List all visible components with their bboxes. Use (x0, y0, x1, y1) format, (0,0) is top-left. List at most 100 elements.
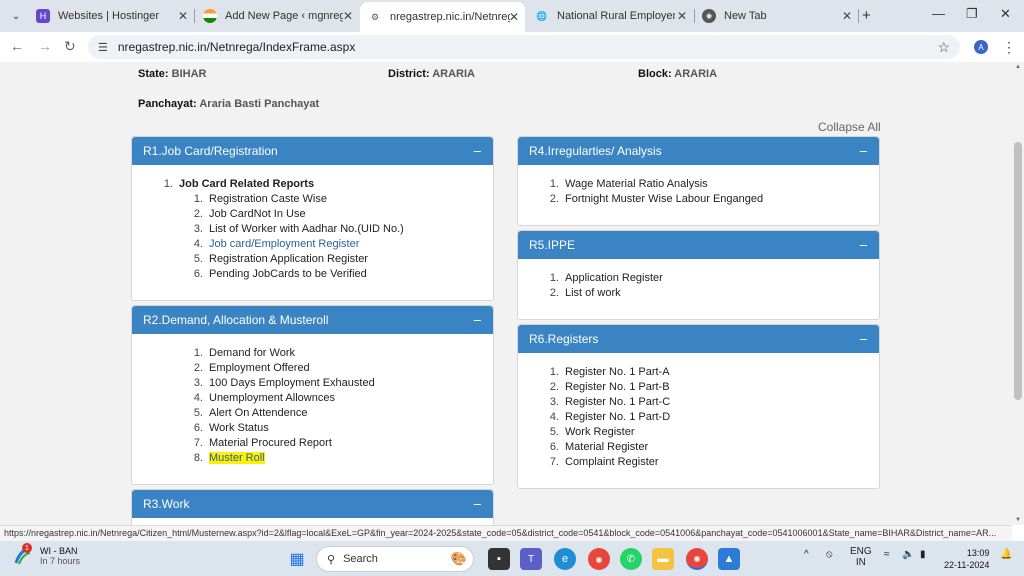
tab-add-new-page[interactable]: Add New Page ‹ mgnregajob ✕ (195, 4, 359, 28)
close-icon[interactable]: ✕ (842, 9, 852, 23)
whatsapp-icon[interactable]: ✆ (620, 548, 642, 570)
report-link[interactable]: List of work (565, 287, 621, 299)
list-item[interactable]: 1. Register No. 1 Part-A (518, 365, 879, 380)
list-item[interactable]: 1. Wage Material Ratio Analysis (518, 177, 879, 192)
list-item[interactable]: 4. Register No. 1 Part-D (518, 410, 879, 425)
photos-app-icon[interactable]: ▲ (718, 548, 740, 570)
collapse-minus-icon[interactable]: – (860, 237, 867, 252)
edge-icon[interactable]: e (554, 548, 576, 570)
network-off-icon[interactable]: ⦸ (826, 549, 833, 560)
report-link[interactable]: Register No. 1 Part-B (565, 381, 670, 393)
list-item[interactable]: 3. Register No. 1 Part-C (518, 395, 879, 410)
tab-hostinger[interactable]: H Websites | Hostinger ✕ (28, 4, 194, 28)
panel-r3-header[interactable]: R3.Work – (132, 490, 493, 518)
muster-roll-link[interactable]: Muster Roll (209, 452, 265, 464)
report-link[interactable]: Job CardNot In Use (209, 208, 306, 220)
list-item[interactable]: 5. Alert On Attendence (132, 406, 493, 421)
collapse-minus-icon[interactable]: – (474, 312, 481, 327)
panel-r6-header[interactable]: R6.Registers – (518, 325, 879, 353)
address-url[interactable]: nregastrep.nic.in/Netnrega/IndexFrame.as… (118, 40, 355, 54)
report-link[interactable]: List of Worker with Aadhar No.(UID No.) (209, 223, 404, 235)
report-link[interactable]: Register No. 1 Part-D (565, 411, 670, 423)
close-icon[interactable]: ✕ (343, 9, 353, 23)
reload-icon[interactable]: ↻ (64, 38, 76, 55)
report-link[interactable]: Pending JobCards to be Verified (209, 268, 367, 280)
report-link[interactable]: Material Procured Report (209, 437, 332, 449)
taskbar-search[interactable]: ⚲ Search 🎨 (316, 546, 474, 572)
list-item[interactable]: 3. List of Worker with Aadhar No.(UID No.… (132, 222, 493, 237)
bookmark-star-icon[interactable]: ☆ (937, 39, 950, 56)
collapse-all-link[interactable]: Collapse All (818, 120, 881, 134)
panel-r4-header[interactable]: R4.Irregularties/ Analysis – (518, 137, 879, 165)
chrome-profile-icon[interactable]: ◉ (686, 548, 708, 570)
report-link[interactable]: 100 Days Employment Exhausted (209, 377, 375, 389)
list-item[interactable]: 1. Demand for Work (132, 346, 493, 361)
volume-icon[interactable]: 🔈 (902, 549, 914, 560)
list-item[interactable]: 6. Work Status (132, 421, 493, 436)
report-link[interactable]: Registration Caste Wise (209, 193, 327, 205)
panel-r5-header[interactable]: R5.IPPE – (518, 231, 879, 259)
list-item[interactable]: 3. 100 Days Employment Exhausted (132, 376, 493, 391)
list-item[interactable]: 4. Job card/Employment Register (132, 237, 493, 252)
teams-icon[interactable]: T (520, 548, 542, 570)
tab-nregastrep[interactable]: ⚙ nregastrep.nic.in/Netnrega/I ✕ (360, 2, 525, 32)
minimize-icon[interactable]: — (932, 6, 945, 21)
wifi-icon[interactable]: ≈ (884, 549, 890, 560)
back-arrow-icon[interactable]: ← (10, 38, 24, 54)
forward-arrow-icon[interactable]: → (38, 38, 52, 54)
list-item[interactable]: 6. Material Register (518, 440, 879, 455)
report-link[interactable]: Complaint Register (565, 456, 659, 468)
report-link[interactable]: Employment Offered (209, 362, 310, 374)
panel-r1-header[interactable]: R1.Job Card/Registration – (132, 137, 493, 165)
scroll-up-icon[interactable]: ▲ (1015, 64, 1021, 70)
more-menu-icon[interactable]: ⋮ (1002, 39, 1016, 56)
list-item[interactable]: 7. Material Procured Report (132, 436, 493, 451)
close-icon[interactable]: ✕ (677, 9, 687, 23)
list-item[interactable]: 5. Registration Application Register (132, 252, 493, 267)
list-item[interactable]: 1. Registration Caste Wise (132, 192, 493, 207)
collapse-minus-icon[interactable]: – (474, 496, 481, 511)
tab-new-tab[interactable]: ◉ New Tab ✕ (694, 4, 858, 28)
report-link[interactable]: Registration Application Register (209, 253, 368, 265)
notification-bell-icon[interactable]: 🔔 (1000, 549, 1012, 560)
file-explorer-icon[interactable]: ▬ (652, 548, 674, 570)
report-link[interactable]: Job card/Employment Register (209, 238, 359, 250)
list-item[interactable]: 2. Register No. 1 Part-B (518, 380, 879, 395)
close-icon[interactable]: ✕ (178, 9, 188, 23)
collapse-minus-icon[interactable]: – (474, 143, 481, 158)
site-info-icon[interactable]: ☰ (98, 41, 108, 54)
report-link[interactable]: Unemployment Allownces (209, 392, 335, 404)
list-item[interactable]: 4. Unemployment Allownces (132, 391, 493, 406)
report-link[interactable]: Register No. 1 Part-A (565, 366, 670, 378)
windows-start-icon[interactable]: ▦ (286, 548, 308, 570)
report-link[interactable]: Fortnight Muster Wise Labour Enganged (565, 193, 763, 205)
new-tab-plus-icon[interactable]: + (862, 7, 871, 24)
chrome-taskbar-icon[interactable]: ◉ (588, 548, 610, 570)
battery-icon[interactable]: ▮ (920, 549, 926, 560)
language-indicator[interactable]: ENG IN (850, 546, 872, 568)
report-link[interactable]: Alert On Attendence (209, 407, 307, 419)
list-item[interactable]: 2. Employment Offered (132, 361, 493, 376)
collapse-minus-icon[interactable]: – (860, 143, 867, 158)
report-link[interactable]: Material Register (565, 441, 648, 453)
restore-icon[interactable]: ❐ (966, 6, 978, 22)
list-item[interactable]: 8. Muster Roll (132, 451, 493, 466)
page-scrollbar[interactable]: ▲ ▼ (1012, 62, 1024, 525)
list-item[interactable]: 2. Job CardNot In Use (132, 207, 493, 222)
list-item[interactable]: 2. List of work (518, 286, 879, 301)
address-bar[interactable]: ☰ nregastrep.nic.in/Netnrega/IndexFrame.… (88, 35, 960, 59)
report-link[interactable]: Register No. 1 Part-C (565, 396, 670, 408)
report-link[interactable]: Work Register (565, 426, 634, 438)
window-close-icon[interactable]: ✕ (1000, 6, 1011, 22)
task-view-icon[interactable]: ▪ (488, 548, 510, 570)
panel-r2-header[interactable]: R2.Demand, Allocation & Musteroll – (132, 306, 493, 334)
show-hidden-icons[interactable]: ^ (804, 549, 809, 560)
tab-search-dropdown-icon[interactable]: ⌄ (6, 6, 26, 26)
profile-avatar[interactable]: A (974, 40, 988, 54)
scrollbar-thumb[interactable] (1014, 142, 1022, 400)
list-item[interactable]: 7. Complaint Register (518, 455, 879, 470)
scroll-down-icon[interactable]: ▼ (1015, 517, 1021, 523)
tab-national-rural[interactable]: 🌐 National Rural Employement ✕ (527, 4, 693, 28)
weather-widget[interactable]: 1 WI - BAN In 7 hours (12, 543, 80, 567)
list-item[interactable]: 1. Application Register (518, 271, 879, 286)
